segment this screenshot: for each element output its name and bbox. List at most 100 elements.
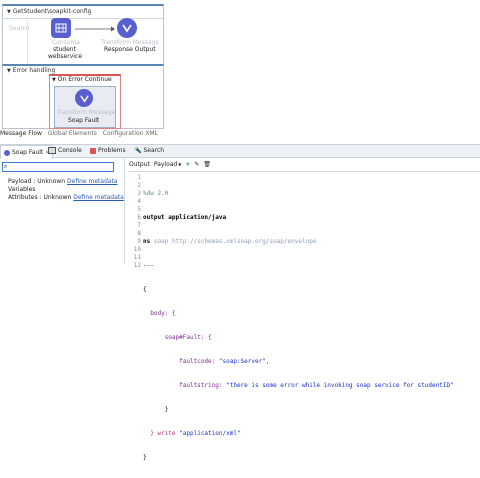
soap-fault-key: soap#Fault: { — [164, 334, 212, 341]
transform-type-label: Transform Message — [57, 109, 116, 116]
line-number: 4 — [137, 198, 141, 205]
code-line: } — [143, 454, 454, 462]
write-keyword: } write — [150, 430, 180, 437]
line-number: 3 — [137, 190, 141, 197]
console-icon — [48, 147, 56, 154]
ns-prefix: soap — [153, 238, 169, 245]
delete-icon[interactable]: 🗑 — [203, 162, 211, 168]
payload-define-metadata-link[interactable]: Define metadata — [67, 178, 118, 185]
line-number: 1 — [137, 174, 141, 181]
line-number: 9 — [137, 238, 141, 245]
line-number: 5 — [137, 206, 141, 213]
flow-arrow-icon — [75, 26, 115, 32]
dataweave-icon — [4, 149, 10, 156]
add-icon[interactable]: + — [185, 162, 190, 168]
payload-row: Payload : Unknown Define metadata — [8, 179, 118, 185]
code-line: body: { — [143, 310, 454, 318]
error-handling-title: Error handling — [12, 67, 56, 74]
flow-divider — [3, 18, 163, 19]
line-number: 2 — [137, 182, 141, 189]
on-error-continue-scope[interactable]: ▼ On Error Continue Transform Message So… — [49, 74, 121, 129]
tab-problems-label: Problems — [98, 147, 126, 154]
tab-search[interactable]: 🔦 Search — [134, 147, 164, 154]
code-line: soap#Fault: { — [143, 334, 454, 342]
search-input[interactable]: ⌕ — [2, 162, 114, 172]
write-mime: "application/xml" — [179, 430, 241, 437]
grid-icon — [55, 23, 67, 33]
variables-label[interactable]: Variables — [8, 187, 35, 193]
output-label: Output — [129, 161, 150, 168]
dataweave-icon — [122, 24, 132, 33]
line-numbers: 1 2 3 4 5 6 7 8 9 10 11 12 — [129, 174, 141, 270]
error-handling-container[interactable]: ▼ Error handling ▼ On Error Continue Tra… — [2, 64, 164, 129]
edit-icon[interactable]: ✎ — [194, 162, 199, 168]
collapse-arrow-icon[interactable]: ▼ — [52, 77, 56, 83]
scope-title: On Error Continue — [57, 76, 112, 83]
dataweave-icon — [79, 94, 89, 103]
search-icon: ⌕ — [4, 163, 8, 170]
problems-icon — [90, 147, 96, 154]
ns-keyword: ns — [143, 238, 151, 245]
code-editor[interactable]: 1 2 3 4 5 6 7 8 9 10 11 12 %dw 2.0 outpu… — [129, 171, 480, 461]
payload-select-value: Payload — [153, 161, 178, 168]
tab-console[interactable]: Console — [48, 147, 82, 154]
code-lines: %dw 2.0 output application/java ns soap … — [143, 174, 454, 478]
ns-url: http://schemas.xmlsoap.org/soap/envelope — [171, 238, 317, 245]
tab-soap-fault-label: Soap Fault — [12, 149, 44, 156]
tab-search-label: Search — [143, 147, 165, 154]
transform-name-label: Soap Fault — [68, 117, 100, 124]
close-brace: } — [164, 406, 169, 413]
faultcode-key: faultcode: — [179, 358, 216, 365]
chevron-down-icon: ▼ — [178, 162, 182, 167]
attributes-label: Attributes : Unknown — [8, 194, 72, 201]
bottom-panel-tabbar: Soap Fault ✕ Console Problems 🔦 Search — [0, 144, 480, 159]
error-handling-header[interactable]: ▼ Error handling — [7, 67, 55, 74]
scope-header[interactable]: ▼ On Error Continue — [52, 77, 112, 83]
line-number: 12 — [133, 262, 141, 269]
tab-console-label: Console — [58, 147, 82, 154]
tab-message-flow[interactable]: Message Flow — [0, 130, 42, 137]
code-line: output application/java — [143, 214, 454, 222]
line-number: 7 — [137, 222, 141, 229]
flow-title: GetStudent\soapkit-config — [12, 8, 92, 15]
attributes-define-metadata-link[interactable]: Define metadata — [73, 194, 124, 201]
collapse-arrow-icon[interactable]: ▼ — [7, 68, 11, 74]
output-toolbar: Output Payload ▼ + ✎ 🗑 — [129, 162, 211, 168]
line-number: 6 — [137, 214, 141, 221]
code-line: } — [143, 406, 454, 414]
payload-select[interactable]: Payload ▼ — [154, 162, 181, 168]
code-line: faultstring: "there is some error while … — [143, 382, 454, 390]
transform-node-icon[interactable] — [117, 18, 137, 38]
transform-node-icon[interactable] — [75, 89, 93, 107]
faultstring-key: faultstring: — [179, 382, 223, 389]
soap-fault-transform-node[interactable]: Transform Message Soap Fault — [54, 86, 116, 128]
input-metadata-pane: ⌕ Payload : Unknown Define metadata Vari… — [0, 157, 125, 264]
open-brace: { — [143, 286, 147, 293]
editor-view-tabs: Message Flow Global Elements Configurati… — [0, 130, 162, 137]
faultstring-value: "there is some error while invoking soap… — [226, 382, 454, 389]
consume-node-icon[interactable] — [51, 18, 71, 38]
code-line: { — [143, 286, 454, 294]
flow-container[interactable]: ▼ GetStudent\soapkit-config Source Consu… — [2, 4, 164, 65]
search-icon: 🔦 — [134, 147, 142, 154]
line-number: 11 — [133, 254, 141, 261]
tab-global-elements[interactable]: Global Elements — [48, 130, 97, 137]
header-separator: --- — [143, 262, 154, 269]
code-line: faultcode: "soap:Server", — [143, 358, 454, 366]
source-separator — [27, 20, 28, 64]
close-brace: } — [143, 454, 147, 461]
output-script-pane: Output Payload ▼ + ✎ 🗑 1 2 3 4 5 6 7 8 9… — [125, 157, 480, 461]
payload-label: Payload : Unknown — [8, 178, 66, 185]
tab-problems[interactable]: Problems — [90, 147, 126, 154]
output-directive: output application/java — [143, 214, 227, 221]
attributes-row: Attributes : Unknown Define metadata — [8, 195, 124, 201]
tab-configuration-xml[interactable]: Configuration XML — [103, 130, 158, 137]
consume-name-line2: webservice — [48, 53, 82, 60]
code-line: --- — [143, 262, 454, 270]
collapse-arrow-icon[interactable]: ▼ — [7, 9, 11, 15]
code-line: %dw 2.0 — [143, 190, 454, 198]
code-line: ns soap http://schemas.xmlsoap.org/soap/… — [143, 238, 454, 246]
line-number: 10 — [133, 246, 141, 253]
flow-header[interactable]: ▼ GetStudent\soapkit-config — [7, 8, 91, 15]
body-key: body: { — [150, 310, 176, 317]
